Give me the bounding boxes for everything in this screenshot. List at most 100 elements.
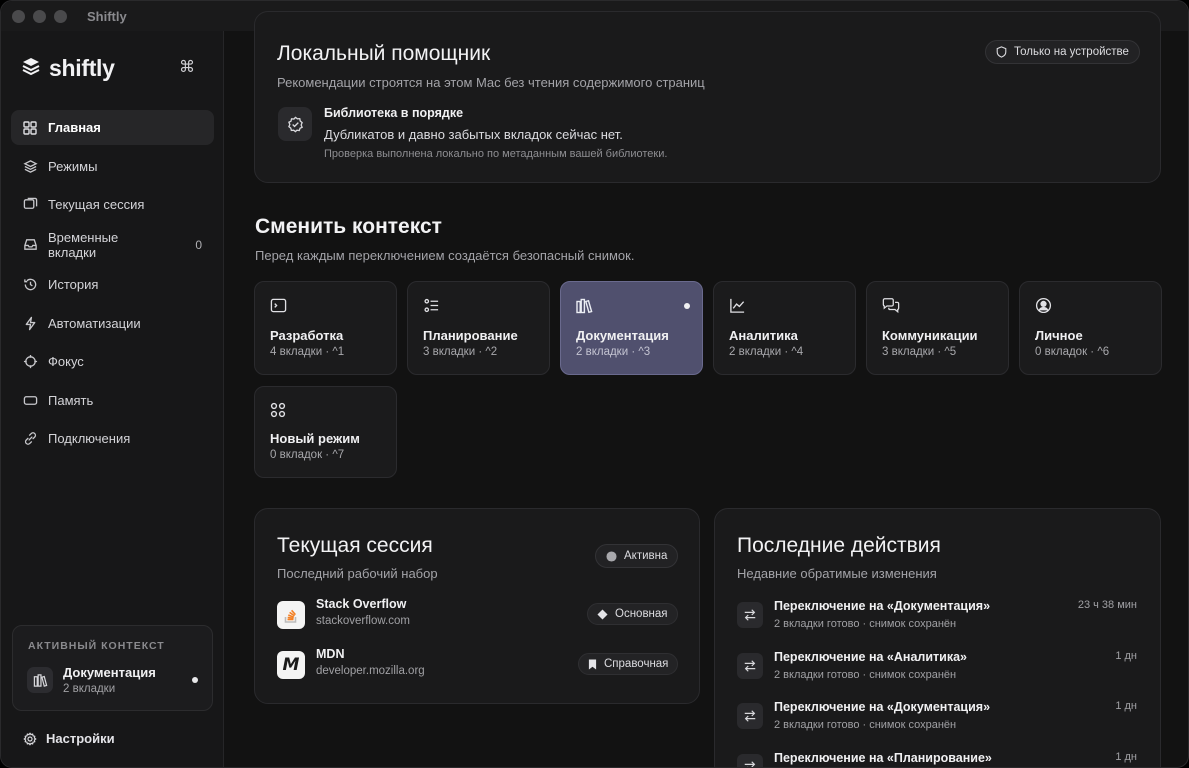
recent-subtitle: Недавние обратимые изменения bbox=[737, 566, 937, 581]
active-context-card[interactable]: АКТИВНЫЙ КОНТЕКСТ Документация 2 вкладки bbox=[12, 625, 213, 711]
mode-meta: 3 вкладки · ^2 bbox=[423, 346, 498, 358]
shield-icon bbox=[996, 46, 1007, 58]
bookmark-icon bbox=[588, 659, 597, 670]
sidebar-item-automations[interactable]: Автоматизации bbox=[11, 306, 214, 341]
status-dot-icon bbox=[606, 550, 617, 562]
site-name: Stack Overflow bbox=[316, 597, 407, 611]
site-name: MDN bbox=[316, 647, 345, 661]
recent-actions-card: Последние действия Недавние обратимые из… bbox=[714, 508, 1161, 767]
reference-tag-label: Справочная bbox=[604, 658, 669, 670]
switch-context-title: Сменить контекст bbox=[255, 215, 442, 238]
active-mode-dot bbox=[684, 303, 690, 309]
session-site-mdn[interactable]: M MDN developer.mozilla.org bbox=[277, 647, 425, 679]
action-time: 1 дн bbox=[1115, 650, 1137, 662]
settings-button[interactable]: Настройки bbox=[23, 731, 115, 746]
sidebar-item-label: Память bbox=[48, 392, 94, 408]
sidebar-item-label: Режимы bbox=[48, 158, 98, 174]
sidebar-item-temporary-tabs[interactable]: Временные вкладки 0 bbox=[11, 226, 214, 264]
active-context-name: Документация bbox=[63, 665, 156, 680]
sidebar-item-connections[interactable]: Подключения bbox=[11, 421, 214, 456]
action-time: 1 дн bbox=[1115, 700, 1137, 712]
recent-action-item[interactable]: Переключение на «Аналитика» 2 вкладки го… bbox=[737, 650, 1137, 690]
mode-card-new[interactable]: Новый режим 0 вкладок · ^7 bbox=[254, 386, 397, 478]
minimize-window-button[interactable] bbox=[33, 9, 46, 23]
diamond-icon bbox=[597, 608, 608, 620]
chart-icon bbox=[729, 297, 747, 315]
mode-meta: 0 вкладок · ^7 bbox=[270, 449, 345, 461]
check-badge-icon bbox=[278, 107, 312, 141]
active-context-tabs: 2 вкладки bbox=[63, 683, 116, 695]
sidebar-nav: Главная Режимы Текущая сессия Временные … bbox=[11, 110, 214, 460]
temporary-tabs-count: 0 bbox=[195, 237, 202, 252]
app-window: Shiftly shiftly ⌘ Главная Режимы Текущая… bbox=[0, 0, 1189, 768]
terminal-icon bbox=[270, 297, 288, 315]
window-title: Shiftly bbox=[87, 8, 127, 24]
sidebar-item-modes[interactable]: Режимы bbox=[11, 149, 214, 184]
mode-card-communications[interactable]: Коммуникации 3 вкладки · ^5 bbox=[866, 281, 1009, 375]
action-detail: 2 вкладки готово · снимок сохранён bbox=[774, 669, 957, 681]
layers-logo-icon bbox=[21, 56, 41, 81]
sidebar-item-label: Автоматизации bbox=[48, 315, 141, 331]
person-icon bbox=[1035, 297, 1053, 315]
action-title: Переключение на «Документация» bbox=[774, 700, 991, 714]
swap-icon bbox=[737, 703, 763, 729]
inbox-icon bbox=[22, 237, 38, 253]
gear-icon bbox=[23, 731, 37, 746]
on-device-badge: Только на устройстве bbox=[985, 40, 1140, 64]
mode-meta: 0 вкладок · ^6 bbox=[1035, 346, 1110, 358]
assistant-title: Локальный помощник bbox=[277, 42, 491, 65]
mode-card-analytics[interactable]: Аналитика 2 вкладки · ^4 bbox=[713, 281, 856, 375]
command-menu-button[interactable]: ⌘ bbox=[179, 57, 195, 77]
swap-icon bbox=[737, 754, 763, 767]
local-assistant-card: Локальный помощник Рекомендации строятся… bbox=[254, 11, 1161, 183]
recent-action-item[interactable]: Переключение на «Документация» 2 вкладки… bbox=[737, 700, 1137, 740]
mode-name: Документация bbox=[576, 328, 669, 343]
sidebar-item-history[interactable]: История bbox=[11, 267, 214, 302]
session-site-stackoverflow[interactable]: Stack Overflow stackoverflow.com bbox=[277, 597, 410, 629]
mode-meta: 3 вкладки · ^5 bbox=[882, 346, 957, 358]
recent-action-item[interactable]: Переключение на «Планирование» 1 дн bbox=[737, 751, 1137, 767]
action-title: Переключение на «Планирование» bbox=[774, 751, 992, 765]
mode-card-development[interactable]: Разработка 4 вкладки · ^1 bbox=[254, 281, 397, 375]
library-status-text: Дубликатов и давно забытых вкладок сейча… bbox=[324, 127, 623, 142]
sidebar-item-label: Главная bbox=[48, 120, 101, 135]
sidebar-item-memory[interactable]: Память bbox=[11, 383, 214, 418]
brand[interactable]: shiftly bbox=[21, 55, 115, 82]
swap-icon bbox=[737, 653, 763, 679]
action-time: 1 дн bbox=[1115, 751, 1137, 763]
active-indicator-dot bbox=[192, 677, 198, 683]
sidebar-item-label: Текущая сессия bbox=[48, 197, 145, 212]
site-url: stackoverflow.com bbox=[316, 615, 410, 627]
mode-card-documentation[interactable]: Документация 2 вкладки · ^3 bbox=[560, 281, 703, 375]
sidebar: shiftly ⌘ Главная Режимы Текущая сессия … bbox=[1, 31, 224, 767]
memory-icon bbox=[22, 392, 38, 408]
primary-tag-label: Основная bbox=[615, 608, 668, 620]
switch-context-subtitle: Перед каждым переключением создаётся без… bbox=[255, 248, 635, 263]
sidebar-item-label: История bbox=[48, 277, 99, 292]
bolt-icon bbox=[22, 315, 38, 331]
mode-name: Коммуникации bbox=[882, 328, 978, 343]
action-detail: 2 вкладки готово · снимок сохранён bbox=[774, 719, 957, 731]
primary-tag[interactable]: Основная bbox=[587, 603, 678, 625]
zoom-window-button[interactable] bbox=[54, 9, 67, 23]
reference-tag[interactable]: Справочная bbox=[578, 653, 679, 675]
mode-meta: 2 вкладки · ^3 bbox=[576, 346, 651, 358]
sidebar-item-label: Временные вкладки bbox=[48, 229, 119, 260]
action-title: Переключение на «Документация» bbox=[774, 599, 991, 613]
chat-icon bbox=[882, 297, 900, 315]
sidebar-item-focus[interactable]: Фокус bbox=[11, 344, 214, 379]
sidebar-item-label: Фокус bbox=[48, 354, 84, 369]
assistant-subtitle: Рекомендации строятся на этом Mac без чт… bbox=[277, 75, 705, 90]
library-status-note: Проверка выполнена локально по метаданны… bbox=[324, 148, 668, 160]
checklist-icon bbox=[423, 297, 441, 315]
mode-card-planning[interactable]: Планирование 3 вкладки · ^2 bbox=[407, 281, 550, 375]
mode-card-personal[interactable]: Личное 0 вкладок · ^6 bbox=[1019, 281, 1162, 375]
sidebar-item-current-session[interactable]: Текущая сессия bbox=[11, 187, 214, 222]
stackoverflow-logo-icon bbox=[277, 601, 305, 629]
recent-action-item[interactable]: Переключение на «Документация» 2 вкладки… bbox=[737, 599, 1137, 639]
close-window-button[interactable] bbox=[12, 9, 25, 23]
sidebar-item-home[interactable]: Главная bbox=[11, 110, 214, 145]
session-status-badge: Активна bbox=[595, 544, 679, 568]
books-icon bbox=[576, 297, 594, 315]
books-icon bbox=[27, 667, 53, 693]
